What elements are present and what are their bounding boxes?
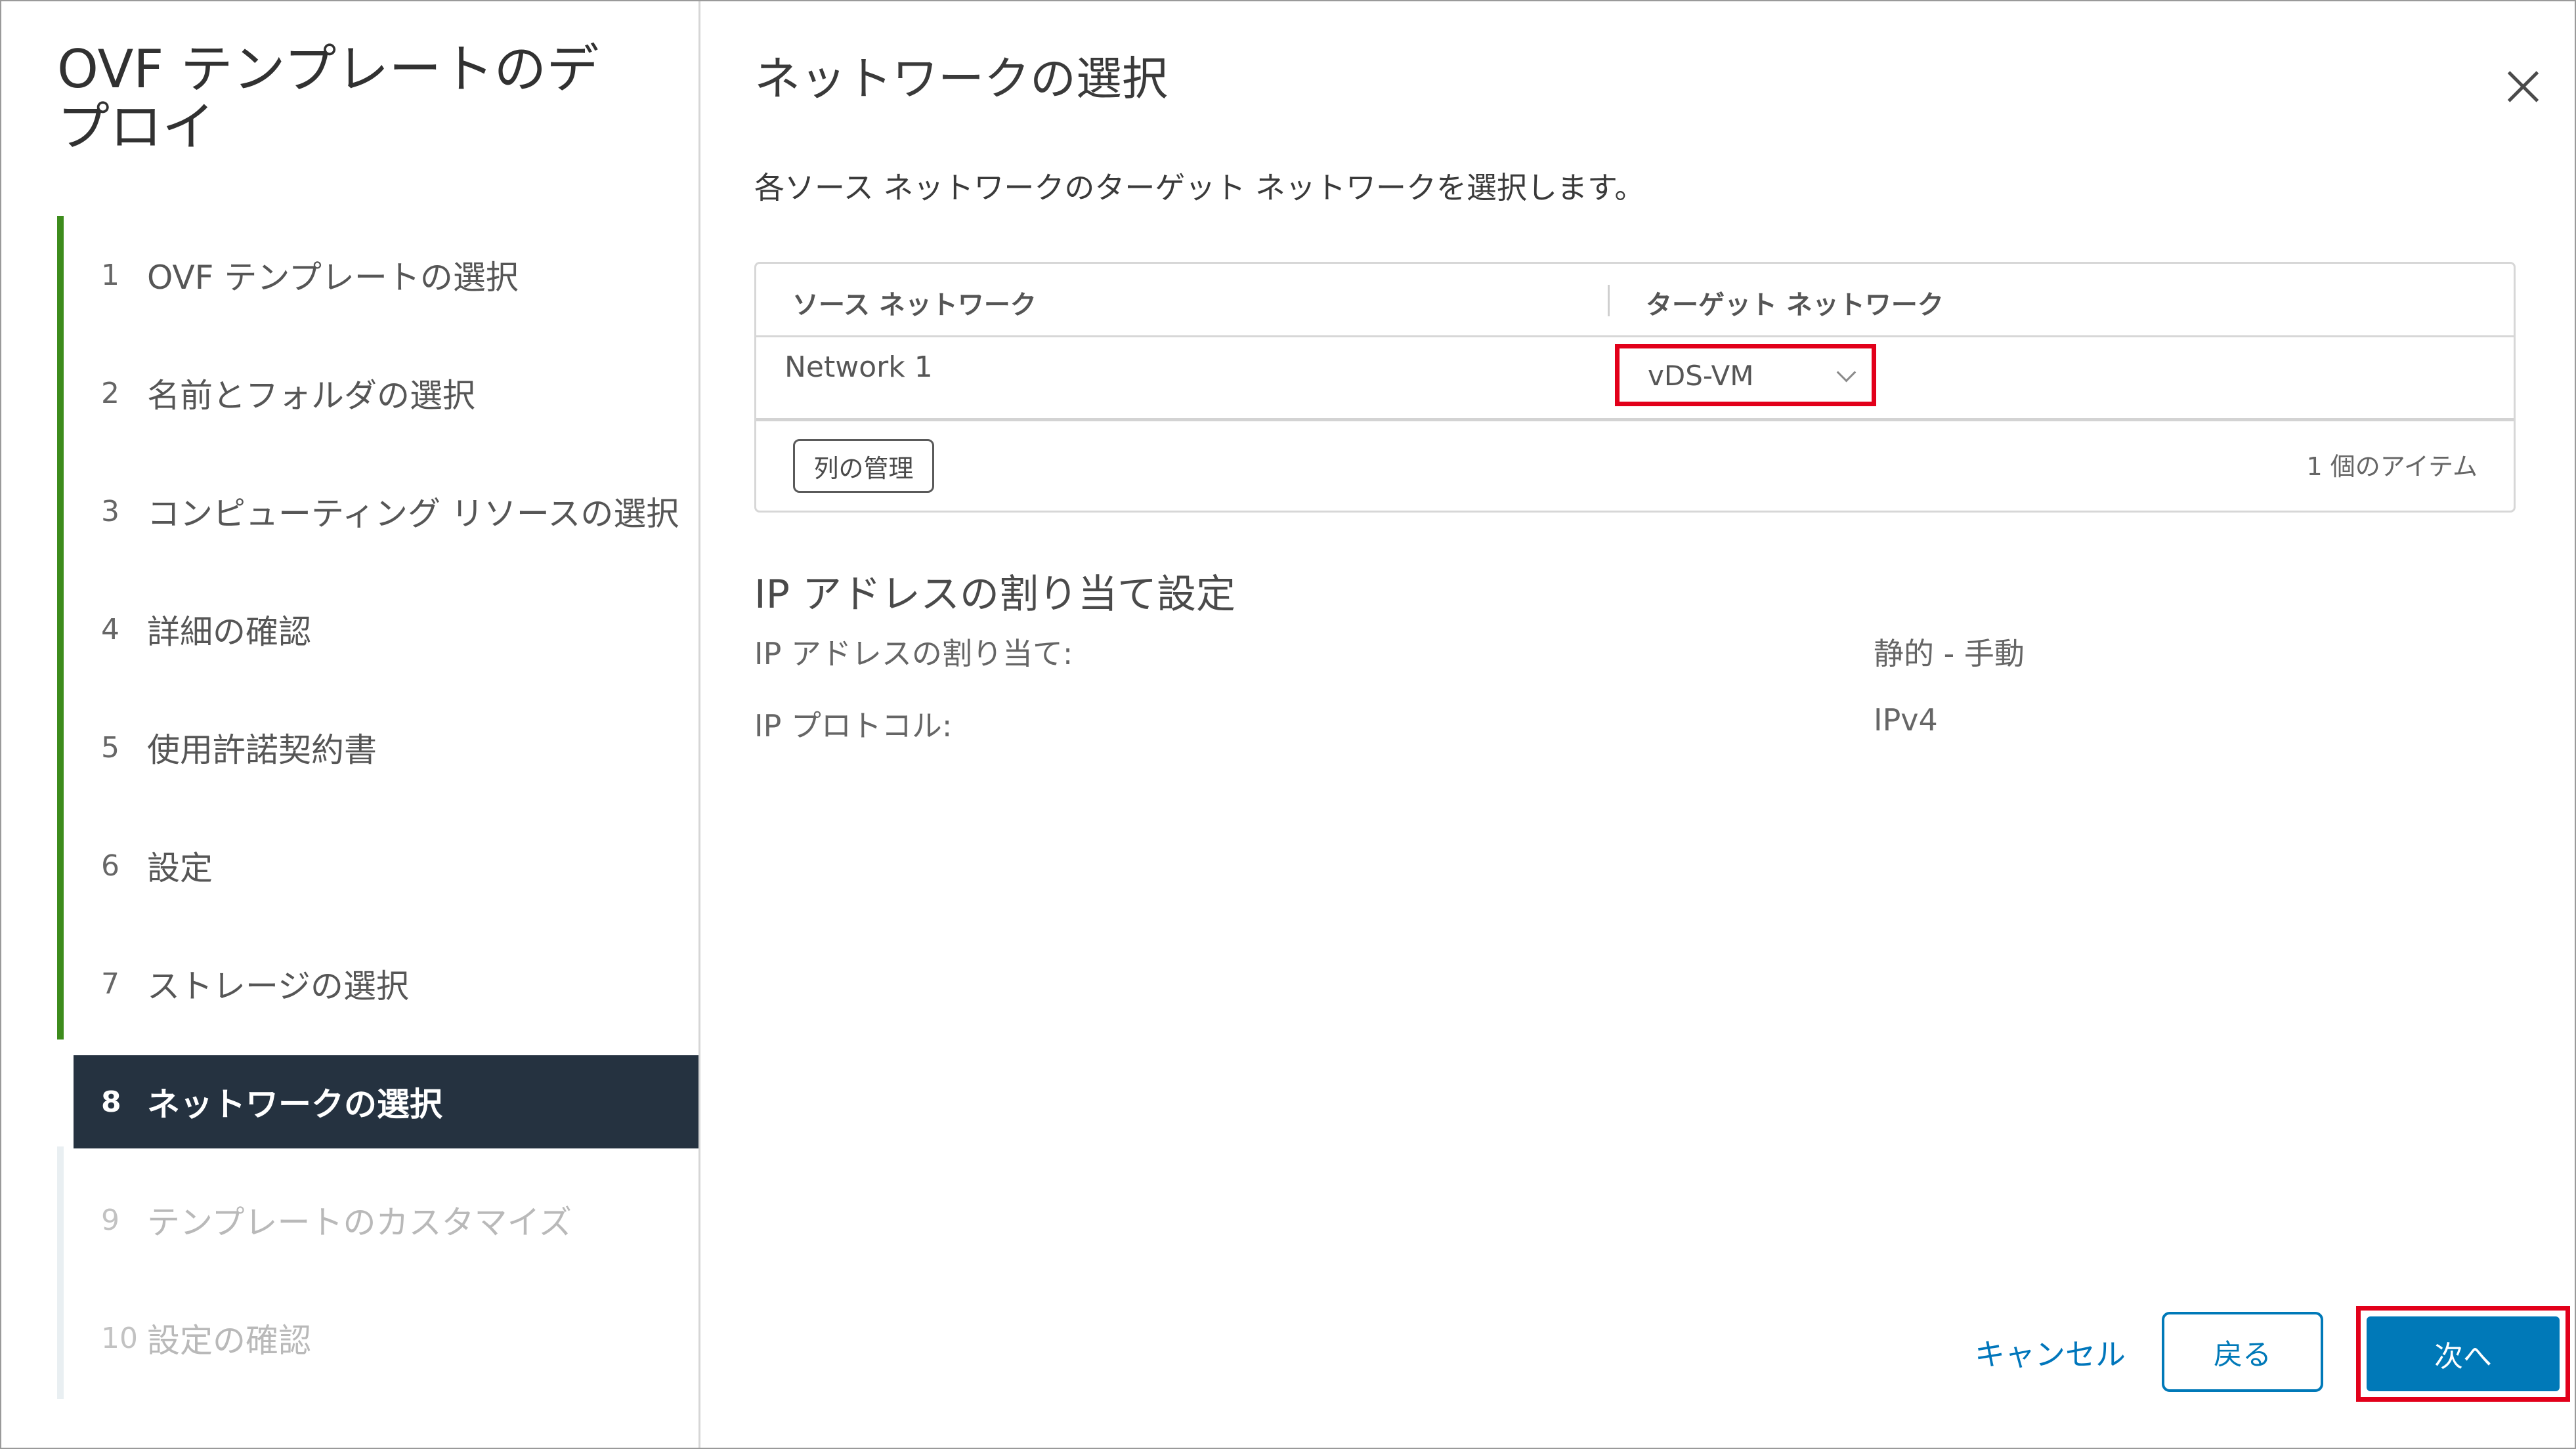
step-label: ストレージの選択 — [147, 967, 409, 1005]
item-count: 1 個のアイテム — [2306, 452, 2478, 481]
table-row: Network 1 vDS-VM — [756, 337, 2514, 421]
source-network-cell: Network 1 — [784, 350, 933, 384]
ip-section-title: IP アドレスの割り当て設定 — [754, 572, 1235, 618]
wizard-title: OVF テンプレートのデプロイ — [57, 39, 599, 158]
step-label: ネットワークの選択 — [147, 1085, 442, 1124]
step-number: 1 — [101, 258, 119, 292]
wizard-step-2[interactable]: 2 名前とフォルダの選択 — [74, 334, 698, 452]
grid-footer: 列の管理 1 個のアイテム — [756, 421, 2514, 511]
step-number: 10 — [101, 1321, 138, 1355]
step-number: 9 — [101, 1203, 119, 1237]
content-pane: ネットワークの選択 各ソース ネットワークのターゲット ネットワークを選択します… — [700, 1, 2575, 1448]
next-button-highlight: 次へ — [2356, 1306, 2570, 1402]
target-network-value: vDS-VM — [1648, 360, 1754, 392]
step-number: 7 — [101, 967, 119, 1001]
network-mapping-grid: ソース ネットワーク ターゲット ネットワーク Network 1 vDS-VM… — [754, 262, 2516, 513]
dialog: OVF テンプレートのデプロイ 1 OVF テンプレートの選択 2 名前とフォルダの… — [0, 0, 2576, 1449]
step-number: 5 — [101, 730, 119, 765]
column-header-target[interactable]: ターゲット ネットワーク — [1646, 284, 1944, 322]
ip-allocation-label: IP アドレスの割り当て: — [754, 636, 1073, 671]
wizard-step-3[interactable]: 3 コンピューティング リソースの選択 — [74, 452, 698, 570]
wizard-step-6[interactable]: 6 設定 — [74, 807, 698, 925]
wizard-sidebar: OVF テンプレートのデプロイ 1 OVF テンプレートの選択 2 名前とフォルダの… — [1, 1, 700, 1448]
step-label: OVF テンプレートの選択 — [147, 259, 519, 297]
step-number: 3 — [101, 494, 119, 528]
wizard-step-7[interactable]: 7 ストレージの選択 — [74, 925, 698, 1043]
wizard-steps: 1 OVF テンプレートの選択 2 名前とフォルダの選択 3 コンピューティング リソ… — [74, 216, 698, 1397]
step-label: 名前とフォルダの選択 — [147, 377, 475, 415]
step-label: 設定の確認 — [147, 1322, 311, 1360]
step-number: 4 — [101, 612, 119, 646]
ip-protocol-label: IP プロトコル: — [754, 708, 953, 744]
step-label: 詳細の確認 — [147, 613, 311, 651]
column-separator[interactable] — [1608, 285, 1610, 316]
ip-protocol-row: IP プロトコル: IPv4 — [754, 702, 1938, 746]
cancel-button[interactable]: キャンセル — [1971, 1330, 2130, 1375]
ip-allocation-row: IP アドレスの割り当て: 静的 - 手動 — [754, 630, 2025, 673]
ip-protocol-value: IPv4 — [1874, 702, 1938, 738]
page-title: ネットワークの選択 — [754, 52, 1168, 106]
step-number: 2 — [101, 376, 119, 410]
close-icon[interactable] — [2499, 64, 2545, 110]
target-network-select[interactable]: vDS-VM — [1615, 344, 1876, 406]
progress-bar — [57, 216, 64, 1040]
progress-track — [57, 1146, 64, 1399]
back-button[interactable]: 戻る — [2162, 1312, 2323, 1392]
wizard-step-1[interactable]: 1 OVF テンプレートの選択 — [74, 216, 698, 334]
wizard-step-4[interactable]: 4 詳細の確認 — [74, 570, 698, 688]
chevron-down-icon — [1836, 362, 1857, 383]
next-button[interactable]: 次へ — [2367, 1316, 2560, 1391]
step-label: テンプレートのカスタマイズ — [147, 1204, 572, 1242]
step-number: 6 — [101, 849, 119, 883]
step-label: コンピューティング リソースの選択 — [147, 495, 679, 533]
ip-allocation-value: 静的 - 手動 — [1874, 636, 2025, 671]
wizard-step-8-current[interactable]: 8 ネットワークの選択 — [74, 1055, 698, 1148]
step-label: 設定 — [147, 849, 213, 887]
column-header-source[interactable]: ソース ネットワーク — [792, 284, 1037, 322]
grid-header: ソース ネットワーク ターゲット ネットワーク — [756, 264, 2514, 337]
step-label: 使用許諾契約書 — [147, 731, 377, 769]
wizard-step-10: 10 設定の確認 — [74, 1279, 698, 1397]
wizard-step-9: 9 テンプレートのカスタマイズ — [74, 1161, 698, 1279]
wizard-step-5[interactable]: 5 使用許諾契約書 — [74, 688, 698, 807]
manage-columns-button[interactable]: 列の管理 — [793, 439, 934, 493]
step-number: 8 — [101, 1085, 121, 1119]
page-subtitle: 各ソース ネットワークのターゲット ネットワークを選択します。 — [754, 170, 1645, 205]
